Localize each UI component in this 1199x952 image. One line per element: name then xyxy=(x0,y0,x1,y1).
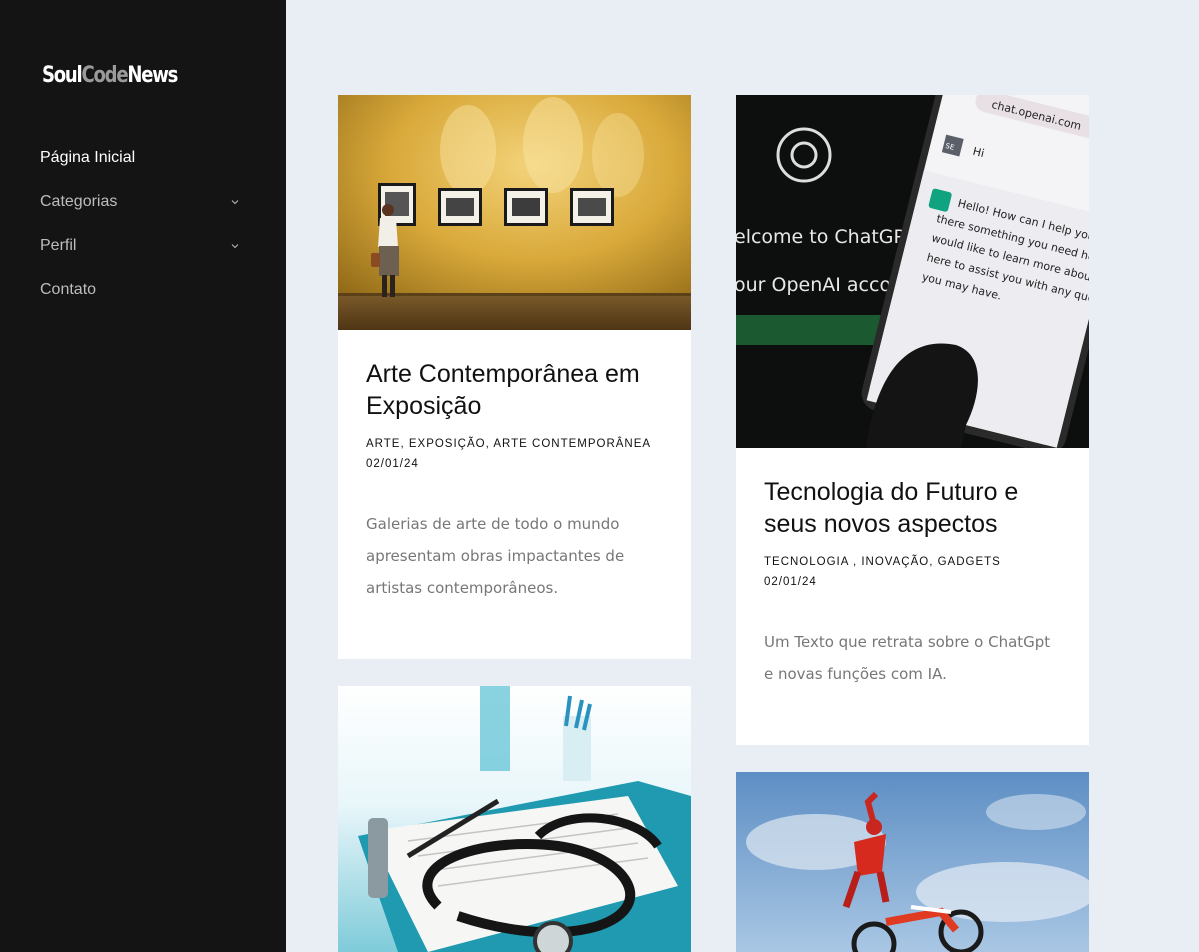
chevron-down-icon xyxy=(231,244,239,249)
post-tags[interactable]: ARTE, EXPOSIÇÃO, ARTE CONTEMPORÂNEA xyxy=(366,434,663,454)
main-nav: Página Inicial Categorias Perfil Contato xyxy=(40,136,240,312)
post-date: 02/01/24 xyxy=(764,576,817,588)
welcome-text-line1: elcome to ChatGPT xyxy=(736,226,917,248)
post-title[interactable]: Arte Contemporânea em Exposição xyxy=(366,358,663,422)
nav-item-categories[interactable]: Categorias xyxy=(40,180,240,224)
stethoscope-image[interactable] xyxy=(338,686,691,952)
post-date: 02/01/24 xyxy=(366,458,419,470)
post-card[interactable]: Arte Contemporânea em Exposição ARTE, EX… xyxy=(338,95,691,659)
art-gallery-image[interactable] xyxy=(338,95,691,330)
sidebar: SoulCodeNews Página Inicial Categorias P… xyxy=(0,0,286,952)
post-excerpt: Um Texto que retrata sobre o ChatGpt e n… xyxy=(764,633,1051,683)
nav-item-label: Contato xyxy=(40,281,97,298)
chatgpt-phone-image[interactable]: elcome to ChatGPT our OpenAI account cha… xyxy=(736,95,1089,448)
nav-item-home[interactable]: Página Inicial xyxy=(40,136,240,180)
post-tags[interactable]: TECNOLOGIA , INOVAÇÃO, GADGETS xyxy=(764,552,1061,572)
post-card[interactable] xyxy=(338,686,691,952)
nav-item-label: Página Inicial xyxy=(40,149,136,166)
nav-item-label: Categorias xyxy=(40,193,118,210)
post-grid: Arte Contemporânea em Exposição ARTE, EX… xyxy=(286,0,1199,952)
motocross-image[interactable] xyxy=(736,772,1089,952)
post-title[interactable]: Tecnologia do Futuro e seus novos aspect… xyxy=(764,476,1061,540)
nav-item-profile[interactable]: Perfil xyxy=(40,224,240,268)
site-logo[interactable]: SoulCodeNews xyxy=(42,60,178,92)
post-card[interactable]: elcome to ChatGPT our OpenAI account cha… xyxy=(736,95,1089,745)
nav-item-contact[interactable]: Contato xyxy=(40,268,240,312)
nav-item-label: Perfil xyxy=(40,237,77,254)
post-card[interactable] xyxy=(736,772,1089,952)
post-excerpt: Galerias de arte de todo o mundo apresen… xyxy=(366,515,625,597)
chevron-down-icon xyxy=(231,200,239,205)
